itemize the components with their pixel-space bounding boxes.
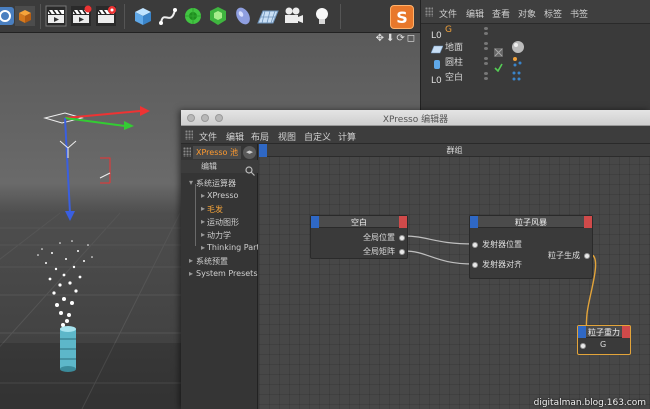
- port-dot[interactable]: [472, 242, 478, 248]
- object-row-null[interactable]: L0 空白: [421, 69, 650, 86]
- xpresso-menu-bar: 文件 编辑 布局 视图 自定义 计算: [181, 126, 650, 144]
- camera-icon[interactable]: [282, 5, 304, 27]
- xp-menu-file[interactable]: 文件: [199, 130, 217, 143]
- tree-item[interactable]: ▸ XPresso: [181, 191, 258, 203]
- xp-menu-view[interactable]: 视图: [278, 130, 296, 143]
- spline-pen-icon[interactable]: [157, 5, 179, 27]
- xpresso-title-bar[interactable]: XPresso 编辑器: [181, 110, 650, 126]
- xpresso-node-canvas[interactable]: 群组 空白 全局位置 全局矩阵 粒子风暴 发射器位置 发射器对齐 粒子生成 粒子…: [259, 144, 650, 409]
- cinema4d-window: S ✥⬇⟳◻ 文件 编辑 查看 对象 标签 书签 L0 G 地面 圆柱 L0 空…: [0, 0, 650, 409]
- object-row-g[interactable]: L0 G: [421, 24, 650, 41]
- visibility-dots-icon[interactable]: [483, 72, 491, 81]
- panel-grip-icon[interactable]: [425, 7, 433, 17]
- watermark: digitalman.blog.163.com: [533, 398, 646, 408]
- enabled-check-icon[interactable]: [494, 57, 503, 73]
- menu-file[interactable]: 文件: [439, 7, 457, 20]
- node-title: 空白: [351, 218, 367, 227]
- tree-item-selected[interactable]: ▸ 毛发: [181, 204, 258, 216]
- object-name: 地面: [445, 43, 464, 53]
- object-manager: 文件 编辑 查看 对象 标签 书签 L0 G 地面 圆柱 L0 空白: [420, 0, 650, 110]
- app-logo[interactable]: S: [390, 5, 414, 29]
- search-icon[interactable]: [245, 161, 255, 176]
- xpresso-pool-panel: XPresso 池 ◂▸ 编辑 ▾ 系统运算器 ▸ XPresso ▸ 毛发 ▸ 运动图…: [181, 144, 258, 409]
- object-manager-menu: 文件 编辑 查看 对象 标签 书签: [421, 0, 650, 24]
- null-object-icon: L0: [431, 25, 443, 41]
- tree-item[interactable]: ▸ 运动图形: [181, 217, 258, 229]
- floor-icon[interactable]: [257, 5, 279, 27]
- particle-tag-icon[interactable]: [511, 54, 525, 68]
- port-group[interactable]: G: [600, 340, 606, 352]
- port-emitter-position[interactable]: 发射器位置: [482, 239, 522, 251]
- null-node[interactable]: 空白 全局位置 全局矩阵: [310, 215, 408, 259]
- port-global-position[interactable]: 全局位置: [363, 232, 395, 244]
- xp-menu-edit[interactable]: 编辑: [226, 130, 244, 143]
- port-global-matrix[interactable]: 全局矩阵: [363, 246, 395, 258]
- emitter-node[interactable]: 粒子风暴 发射器位置 发射器对齐 粒子生成: [469, 215, 593, 279]
- render-picture-viewer-icon[interactable]: [70, 5, 92, 27]
- xpresso-tag-icon[interactable]: [511, 69, 525, 83]
- tree-item[interactable]: ▸ 动力学: [181, 230, 258, 242]
- visibility-dots-icon[interactable]: [483, 27, 491, 36]
- panel-grip-icon[interactable]: [185, 130, 193, 140]
- port-dot[interactable]: [472, 262, 478, 268]
- cylinder-emitter[interactable]: [55, 325, 85, 375]
- node-title: 粒子重力: [588, 328, 620, 337]
- window-title: XPresso 编辑器: [382, 115, 449, 125]
- visibility-dots-icon[interactable]: [483, 42, 491, 51]
- deformer-icon[interactable]: [232, 5, 254, 27]
- menu-tags[interactable]: 标签: [544, 7, 562, 20]
- enabled-check-icon[interactable]: [494, 42, 503, 57]
- light-icon[interactable]: [311, 5, 333, 27]
- cube-object-icon[interactable]: [14, 5, 36, 27]
- object-name: 圆柱: [445, 58, 464, 68]
- panel-grip-icon[interactable]: [183, 147, 191, 157]
- array-icon[interactable]: [207, 5, 229, 27]
- floor-icon: [430, 40, 444, 54]
- object-row-cylinder[interactable]: 圆柱: [421, 54, 650, 73]
- xpresso-editor-window: XPresso 编辑器 文件 编辑 布局 视图 自定义 计算 XPresso 池…: [181, 110, 650, 409]
- node-header[interactable]: 空白: [311, 216, 407, 228]
- object-name: G: [445, 25, 452, 35]
- tree-item[interactable]: ▸Thinking Particles: [181, 243, 258, 255]
- nurbs-icon[interactable]: [182, 5, 204, 27]
- object-name: 空白: [445, 73, 464, 83]
- object-row-floor[interactable]: 地面: [421, 39, 650, 57]
- menu-object[interactable]: 对象: [518, 7, 536, 20]
- port-dot[interactable]: [399, 249, 405, 255]
- node-header[interactable]: 粒子重力: [578, 326, 630, 338]
- pool-tab[interactable]: XPresso 池: [193, 146, 241, 159]
- render-view-icon[interactable]: [45, 5, 67, 27]
- null-object-icon: L0: [431, 70, 443, 86]
- port-dot[interactable]: [580, 343, 586, 349]
- pool-tab-arrows-icon[interactable]: ◂▸: [243, 146, 256, 159]
- svg-text:L0: L0: [431, 76, 442, 85]
- node-header[interactable]: 粒子风暴: [470, 216, 592, 228]
- port-particle-born[interactable]: 粒子生成: [548, 250, 580, 262]
- port-dot[interactable]: [399, 235, 405, 241]
- port-emitter-alignment[interactable]: 发射器对齐: [482, 259, 522, 271]
- xp-menu-layout[interactable]: 布局: [251, 130, 269, 143]
- gravity-node[interactable]: 粒子重力 G: [577, 325, 631, 355]
- node-title: 粒子风暴: [515, 218, 547, 227]
- tree-item[interactable]: ▸ System Presets: [181, 269, 258, 281]
- menu-edit[interactable]: 编辑: [466, 7, 484, 20]
- xp-menu-calculate[interactable]: 计算: [338, 130, 356, 143]
- cylinder-icon: [431, 55, 443, 69]
- main-toolbar: S: [0, 0, 420, 33]
- menu-view[interactable]: 查看: [492, 7, 510, 20]
- material-tag-icon[interactable]: [511, 39, 525, 53]
- render-settings-icon[interactable]: [95, 5, 117, 27]
- cube-primitive-icon[interactable]: [132, 5, 154, 27]
- visibility-dots-icon[interactable]: [483, 57, 491, 66]
- port-dot[interactable]: [584, 253, 590, 259]
- tree-item[interactable]: ▸ 系统预置: [181, 256, 258, 268]
- menu-bookmarks[interactable]: 书签: [570, 7, 588, 20]
- tree-item[interactable]: ▾ 系统运算器: [181, 178, 258, 190]
- xp-menu-custom[interactable]: 自定义: [304, 130, 331, 143]
